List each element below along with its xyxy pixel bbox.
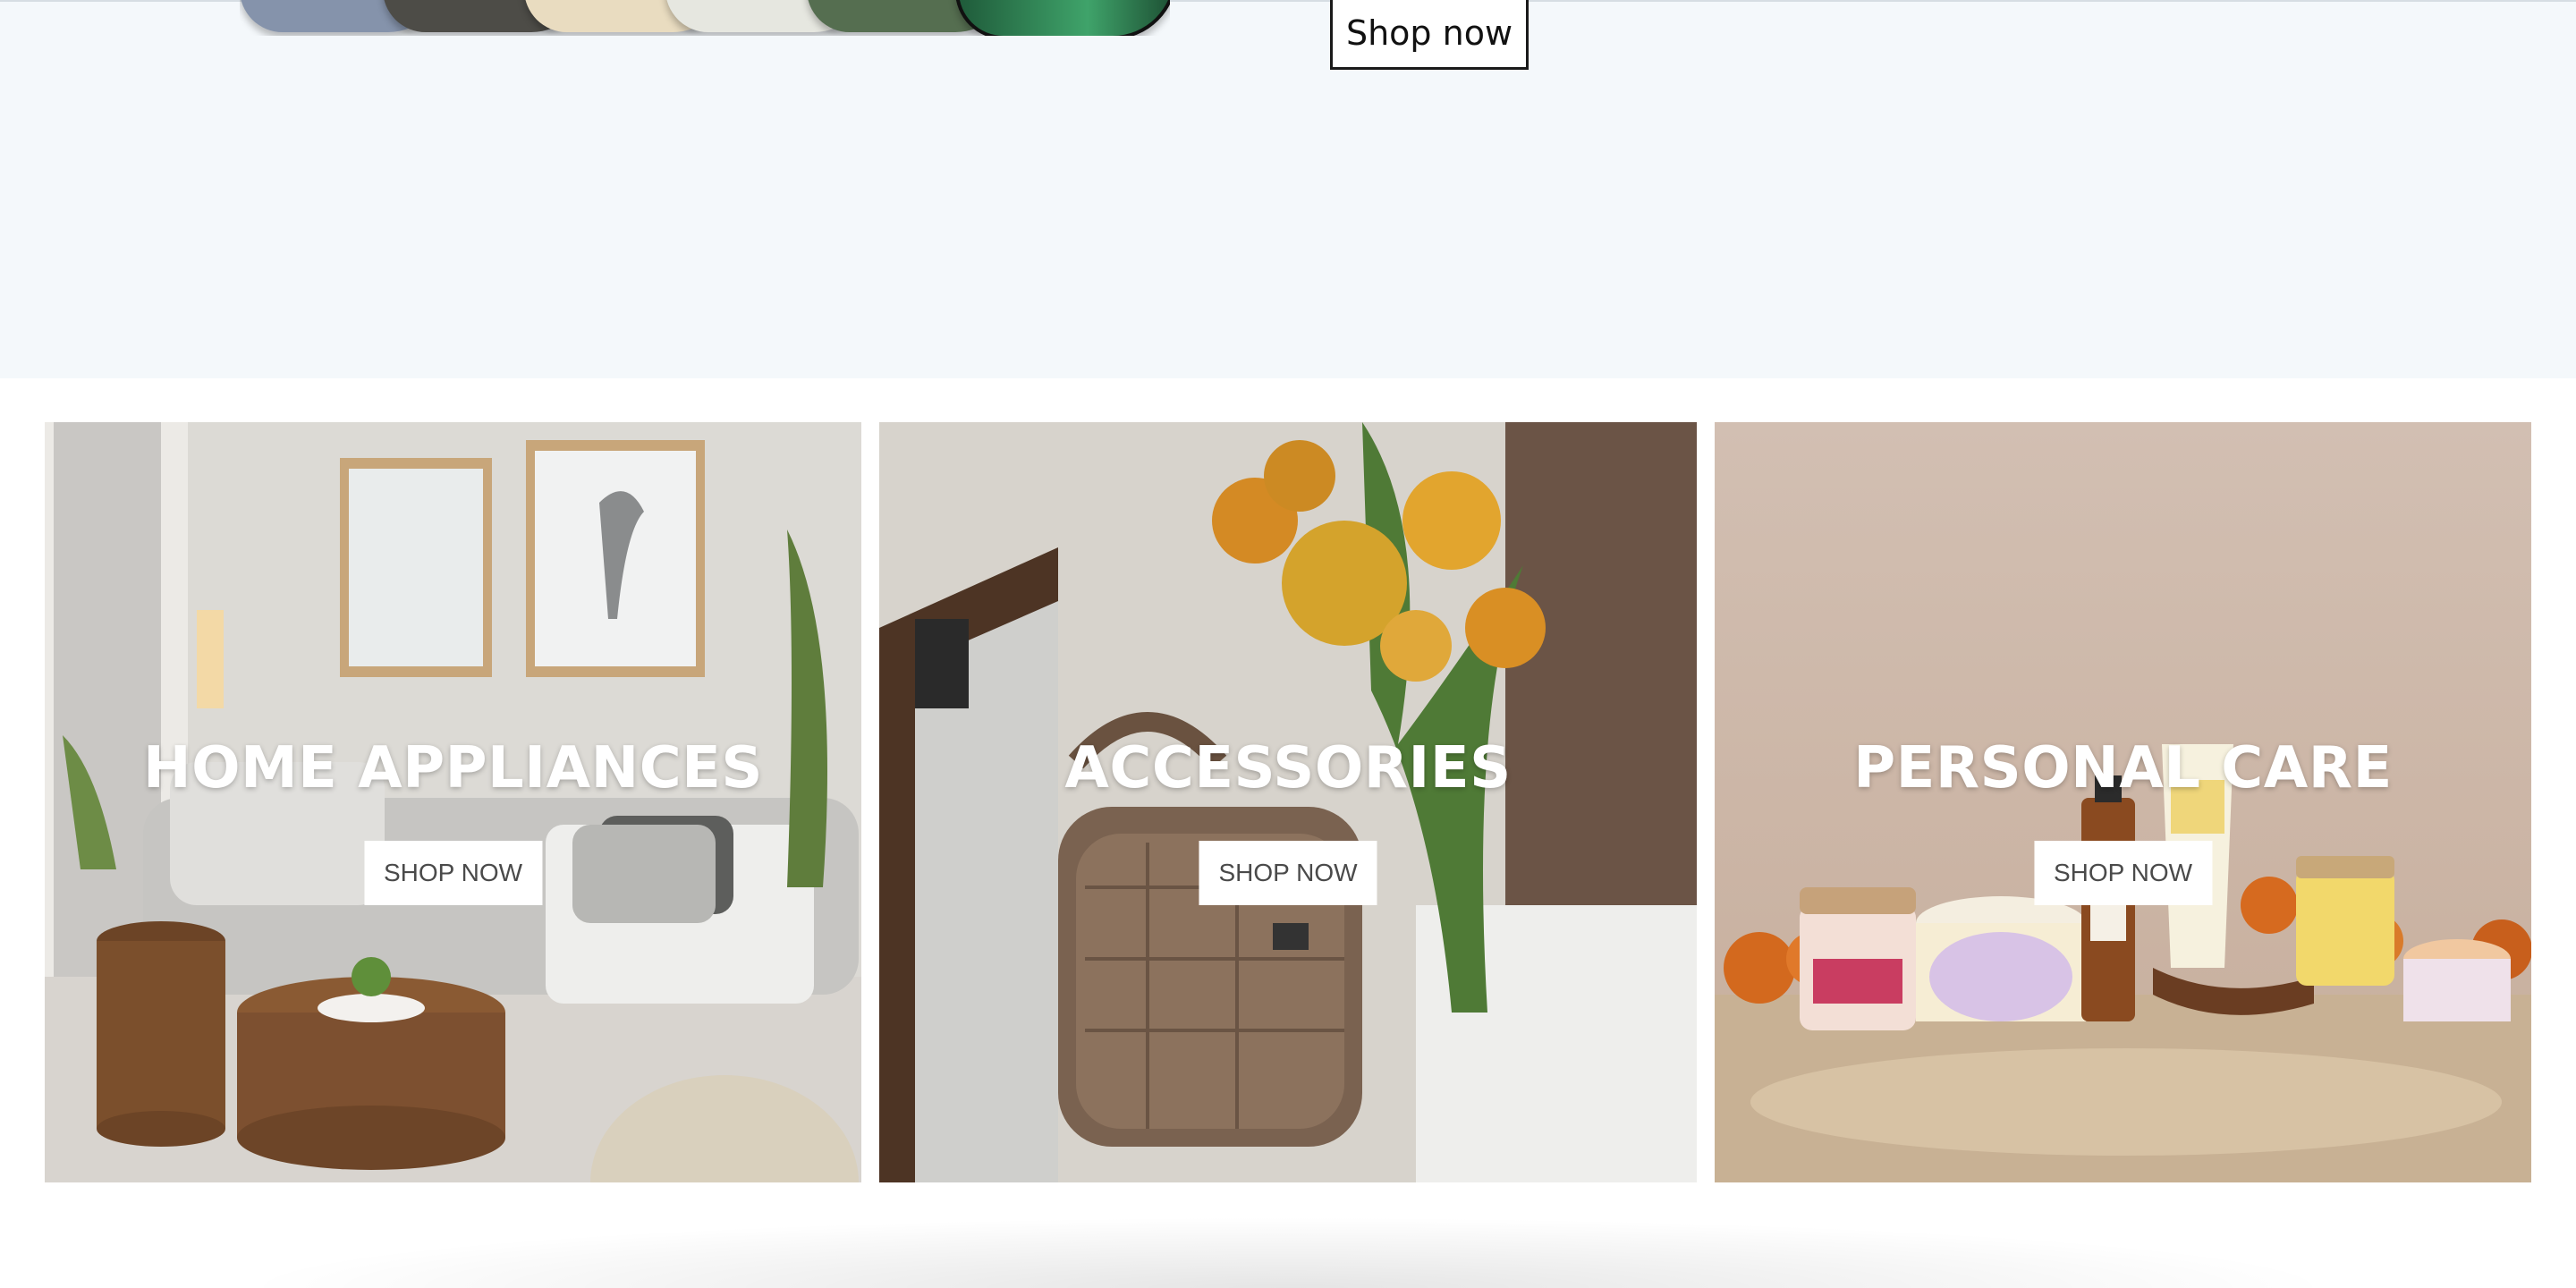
phone-alpine-green xyxy=(955,0,1170,36)
category-title: ACCESSORIES xyxy=(1064,735,1512,801)
category-tile-home-appliances[interactable]: HOME APPLIANCES SHOP NOW xyxy=(45,422,861,1182)
category-tile-accessories[interactable]: ACCESSORIES SHOP NOW xyxy=(879,422,1697,1182)
cosmetics-image xyxy=(1715,422,2531,1182)
handbag-image xyxy=(879,422,1697,1182)
category-title: PERSONAL CARE xyxy=(1853,735,2393,801)
shop-now-button[interactable]: SHOP NOW xyxy=(1199,841,1377,905)
section-divider-shadow xyxy=(233,1216,2343,1288)
shop-now-button[interactable]: SHOP NOW xyxy=(363,841,543,905)
category-tile-personal-care[interactable]: PERSONAL CARE SHOP NOW xyxy=(1715,422,2531,1182)
shop-now-button[interactable]: SHOP NOW xyxy=(2033,841,2213,905)
category-title: HOME APPLIANCES xyxy=(143,735,763,801)
hero-banner: Shop now xyxy=(0,0,2576,378)
phone-color-lineup-image xyxy=(240,0,1170,36)
living-room-image xyxy=(45,422,861,1182)
shop-now-button[interactable]: Shop now xyxy=(1330,0,1529,70)
